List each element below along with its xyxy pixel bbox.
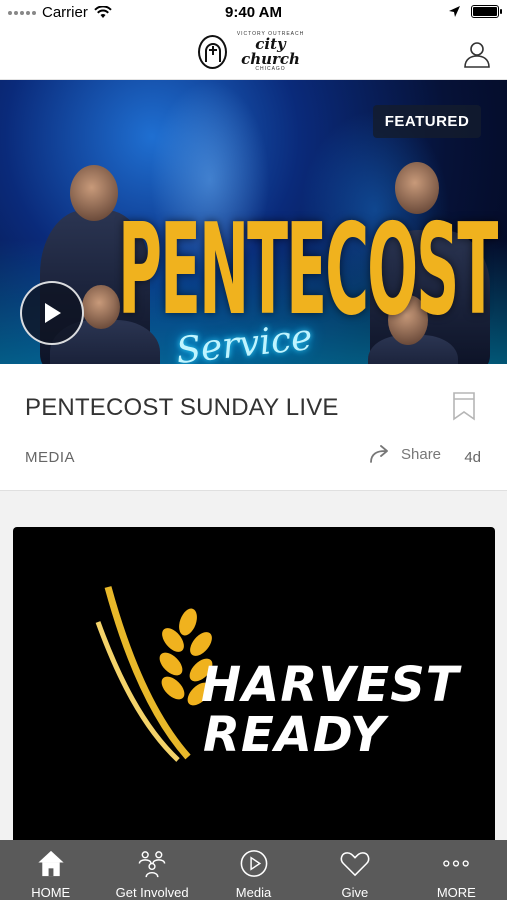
hero-title-text: PENTECOST bbox=[118, 197, 498, 345]
tab-home-label: HOME bbox=[31, 885, 71, 900]
people-icon bbox=[138, 851, 166, 878]
logo-seal-icon bbox=[198, 35, 228, 69]
card-title[interactable]: PENTECOST SUNDAY LIVE bbox=[25, 394, 339, 422]
card2-title-line1: HARVEST bbox=[201, 657, 460, 713]
status-bar: Carrier 9:40 AM bbox=[0, 0, 507, 26]
location-arrow-icon bbox=[449, 6, 460, 17]
bookmark-icon[interactable] bbox=[452, 391, 476, 421]
profile-icon[interactable] bbox=[463, 40, 491, 68]
clock: 9:40 AM bbox=[225, 4, 282, 21]
featured-card-info[interactable]: PENTECOST SUNDAY LIVE MEDIA Share 4d bbox=[0, 364, 507, 491]
heart-icon bbox=[340, 852, 370, 877]
card-category: MEDIA bbox=[25, 449, 76, 466]
play-icon bbox=[45, 303, 61, 323]
post-age: 4d bbox=[464, 449, 481, 466]
tab-give-label: Give bbox=[341, 885, 369, 900]
tab-get-involved[interactable]: Get Involved bbox=[101, 840, 202, 900]
play-button[interactable] bbox=[20, 281, 84, 345]
bottom-tab-bar: HOME Get Involved Media Give MORE bbox=[0, 840, 507, 900]
tab-media-label: Media bbox=[235, 885, 272, 900]
church-logo[interactable]: VICTORY OUTREACH city church CHICAGO bbox=[198, 30, 310, 74]
more-dots-icon bbox=[443, 860, 470, 867]
tab-get-involved-label: Get Involved bbox=[115, 885, 189, 900]
tab-more-label: MORE bbox=[436, 885, 476, 900]
share-label: Share bbox=[401, 445, 442, 463]
card2-title-line2: READY bbox=[203, 707, 386, 763]
app-header: VICTORY OUTREACH city church CHICAGO bbox=[0, 26, 507, 80]
tab-give[interactable]: Give bbox=[304, 840, 405, 900]
home-icon bbox=[38, 850, 64, 877]
harvest-ready-card[interactable]: HARVEST READY bbox=[13, 527, 495, 840]
featured-badge: FEATURED bbox=[373, 105, 481, 138]
play-circle-icon bbox=[240, 850, 267, 877]
logo-name: city church bbox=[241, 35, 300, 68]
tab-media[interactable]: Media bbox=[203, 840, 304, 900]
share-arrow-icon bbox=[370, 445, 388, 463]
tab-home[interactable]: HOME bbox=[0, 840, 101, 900]
share-button[interactable]: Share bbox=[369, 445, 441, 463]
battery-icon bbox=[471, 5, 502, 18]
tab-more[interactable]: MORE bbox=[406, 840, 507, 900]
